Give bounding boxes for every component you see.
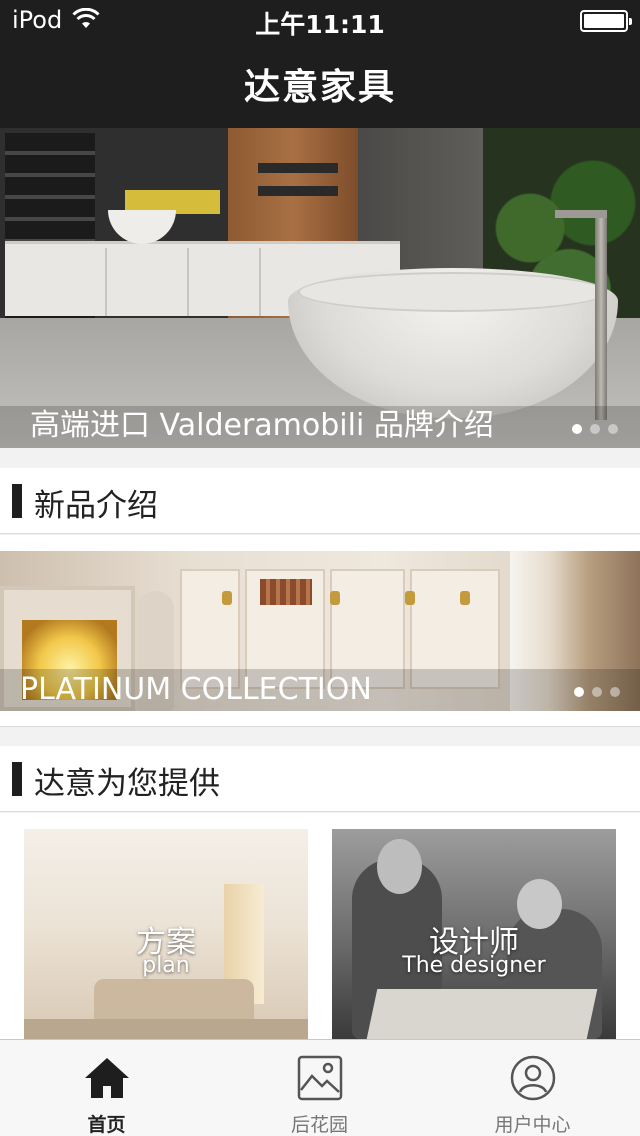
hero-image-slot (258, 163, 338, 173)
section-accent-bar (12, 762, 22, 796)
battery-fill (584, 14, 624, 28)
clock: 上午11:11 (255, 10, 385, 39)
plan-image-floor (24, 1019, 308, 1039)
bookshelf (260, 579, 312, 605)
battery-icon (580, 10, 632, 32)
offer-cards: 方案 plan 设计师 The designer (0, 813, 640, 1039)
gold-ornament (222, 591, 232, 605)
gold-ornament (330, 591, 340, 605)
collection-caption: PLATINUM COLLECTION (0, 669, 640, 711)
carousel-dot[interactable] (590, 424, 600, 434)
offer-card-designer[interactable]: 设计师 The designer (332, 829, 616, 1039)
image-icon (297, 1055, 342, 1101)
collection-carousel[interactable]: PLATINUM COLLECTION (0, 551, 640, 711)
section-header-new-products: 新品介绍 (0, 468, 640, 534)
hero-image-faucet (555, 210, 607, 420)
section-title: 新品介绍 (34, 488, 158, 524)
status-bar: iPod 上午11:11 (0, 0, 640, 40)
carousel-dot[interactable] (574, 687, 584, 697)
gold-ornament (460, 591, 470, 605)
carousel-dot[interactable] (572, 424, 582, 434)
gold-ornament (405, 591, 415, 605)
hero-carousel[interactable]: 高端进口 Valderamobili 品牌介绍 (0, 128, 640, 448)
hero-caption: 高端进口 Valderamobili 品牌介绍 (0, 406, 640, 448)
section-title: 达意为您提供 (34, 766, 220, 802)
page-title: 达意家具 (243, 67, 396, 108)
carousel-dot[interactable] (610, 687, 620, 697)
tab-bar: 首页 后花园 用户中心 (0, 1039, 640, 1136)
carousel-dot[interactable] (592, 687, 602, 697)
tab-label: 后花园 (290, 1114, 348, 1136)
carousel-dot[interactable] (608, 424, 618, 434)
top-bar: iPod 上午11:11 达意家具 (0, 0, 640, 128)
designer-image-drawing (366, 989, 598, 1039)
designer-image-head (377, 839, 422, 894)
cabinet-door (259, 248, 261, 316)
user-icon (510, 1055, 555, 1101)
bathtub-rim (298, 272, 608, 312)
tab-garden[interactable]: 后花园 (213, 1040, 426, 1136)
section-accent-bar (12, 484, 22, 518)
tab-user-center[interactable]: 用户中心 (426, 1040, 639, 1136)
section-gap (0, 728, 640, 746)
offer-card-subtitle: The designer (402, 953, 546, 978)
home-icon (84, 1058, 129, 1098)
plan-image-bed (94, 979, 254, 1024)
section-header-offers: 达意为您提供 (0, 746, 640, 812)
section-gap (0, 711, 640, 727)
cabinet-door (187, 248, 189, 316)
offer-card-plan[interactable]: 方案 plan (24, 829, 308, 1039)
tab-home[interactable]: 首页 (0, 1040, 213, 1136)
section-gap (0, 448, 640, 468)
cabinet-door (105, 248, 107, 316)
tab-label: 首页 (87, 1114, 126, 1136)
carousel-dots[interactable] (572, 424, 618, 434)
hero-image-slot (258, 186, 338, 196)
offer-card-subtitle: plan (142, 953, 190, 978)
carousel-dots[interactable] (574, 687, 620, 697)
faucet-arm (555, 210, 607, 218)
section-gap (0, 535, 640, 551)
tab-label: 用户中心 (494, 1114, 571, 1136)
